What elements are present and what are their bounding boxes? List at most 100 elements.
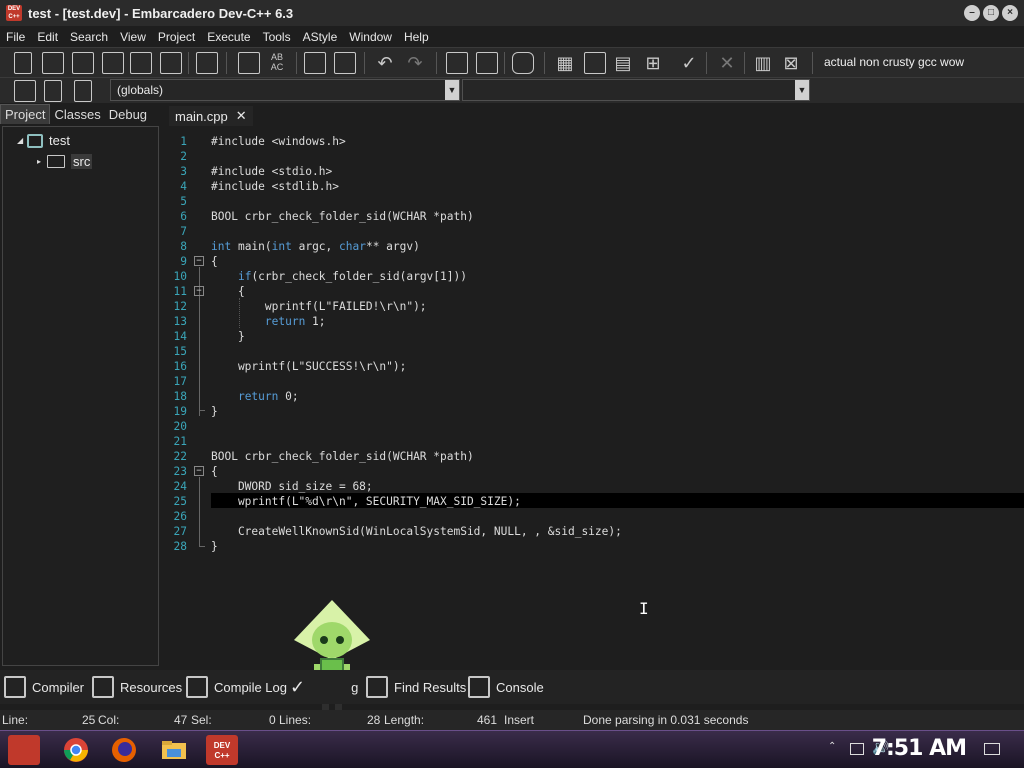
fold-toggle-icon[interactable]: −	[194, 286, 204, 296]
menu-edit[interactable]: Edit	[31, 30, 64, 44]
devcpp-taskbar-icon[interactable]: DEV C++	[206, 735, 238, 765]
tab-main-cpp[interactable]: main.cpp ✕	[169, 106, 253, 126]
tab-debug-bottom[interactable]: ✓ g	[290, 675, 358, 699]
rebuild-all-icon[interactable]: ⊞	[642, 52, 664, 74]
compiler-set-select[interactable]: actual non crusty gcc wow	[820, 52, 1020, 72]
line-number: 10	[173, 270, 187, 283]
line-number: 22	[173, 450, 187, 463]
menu-astyle[interactable]: AStyle	[297, 30, 344, 44]
tab-resources[interactable]: Resources	[92, 675, 182, 699]
compiler-icon	[4, 676, 26, 698]
code-line: }	[211, 330, 245, 343]
tab-project[interactable]: Project	[0, 104, 51, 124]
project-tree: ◢ test ▸ src	[2, 126, 159, 666]
file-explorer-icon[interactable]	[158, 735, 190, 765]
code-editor[interactable]: − − − I 1 #include <windows.h> 2 3 #include …	[165, 126, 1024, 666]
close-file-icon[interactable]	[130, 52, 152, 74]
toggle-bookmark-icon[interactable]	[334, 52, 356, 74]
chrome-icon[interactable]	[60, 735, 92, 765]
new-file-icon[interactable]	[14, 52, 32, 74]
checkmark-icon: ✓	[290, 676, 306, 697]
compile-run-icon[interactable]: ▤	[612, 52, 634, 74]
taskbar-clock[interactable]: 7:51 AM	[872, 736, 967, 761]
line-number: 11	[173, 285, 187, 298]
tab-classes[interactable]: Classes	[50, 105, 104, 124]
tab-console[interactable]: Console	[468, 675, 544, 699]
status-col-value: 47	[174, 713, 188, 727]
firefox-icon[interactable]	[108, 735, 140, 765]
menu-window[interactable]: Window	[343, 30, 398, 44]
left-panel-tabs: Project Classes Debug	[0, 104, 165, 124]
taskbar: DEV C++ ⌃ 🔊 7:51 AM	[0, 730, 1024, 768]
chevron-down-icon[interactable]: ▼	[795, 80, 809, 100]
print-icon[interactable]	[196, 52, 218, 74]
line-number: 1	[180, 135, 187, 148]
goto-bookmark-icon[interactable]	[74, 80, 92, 102]
save-icon[interactable]	[72, 52, 94, 74]
menu-tools[interactable]: Tools	[257, 30, 297, 44]
expand-arrow-icon[interactable]: ▸	[37, 157, 47, 166]
stop-execution-icon[interactable]: ✕	[716, 52, 738, 74]
tab-debug[interactable]: Debug	[105, 105, 151, 124]
menu-search[interactable]: Search	[64, 30, 114, 44]
replace-icon[interactable]: AB AC	[266, 52, 288, 74]
start-button[interactable]	[8, 735, 40, 765]
status-insert-mode: Insert	[504, 713, 535, 727]
code-line: #include <windows.h>	[211, 135, 346, 148]
tab-find-results[interactable]: Find Results	[366, 675, 466, 699]
insert-icon[interactable]	[14, 80, 36, 102]
close-tab-icon[interactable]: ✕	[236, 108, 247, 124]
tree-folder-label: src	[71, 154, 93, 169]
menu-execute[interactable]: Execute	[201, 30, 256, 44]
status-lines-label: Lines:	[279, 713, 312, 727]
code-line: if(crbr_check_folder_sid(argv[1]))	[237, 270, 467, 283]
code-line: wprintf(L"SUCCESS!\r\n");	[211, 360, 407, 373]
network-icon[interactable]	[850, 743, 864, 755]
run-icon[interactable]	[584, 52, 606, 74]
line-number: 6	[180, 210, 187, 223]
function-combo[interactable]: ▼	[462, 79, 810, 101]
devcpp-app-icon: DEV C++	[6, 5, 22, 21]
close-button[interactable]: ×	[1002, 5, 1018, 21]
profile-icon[interactable]: ▥	[752, 52, 774, 74]
tab-compiler[interactable]: Compiler	[4, 675, 84, 699]
redo-icon[interactable]: ↷	[404, 52, 426, 74]
chevron-up-icon[interactable]: ⌃	[828, 741, 842, 753]
maximize-button[interactable]: □	[983, 5, 999, 21]
minimize-button[interactable]: –	[964, 5, 980, 21]
delete-profile-icon[interactable]: ⊠	[780, 52, 802, 74]
line-number: 17	[173, 375, 187, 388]
syntax-check-icon[interactable]: ✓	[678, 52, 700, 74]
menu-help[interactable]: Help	[398, 30, 435, 44]
menu-project[interactable]: Project	[152, 30, 201, 44]
scope-combo-value: (globals)	[117, 83, 164, 97]
line-number: 4	[180, 180, 187, 193]
close-all-icon[interactable]	[160, 52, 182, 74]
indent-icon[interactable]	[446, 52, 468, 74]
find-icon[interactable]	[238, 52, 260, 74]
menu-file[interactable]: File	[0, 30, 31, 44]
compile-icon[interactable]: ▦	[554, 52, 576, 74]
notifications-icon[interactable]	[984, 743, 1000, 755]
open-folder-icon[interactable]	[42, 52, 64, 74]
goto-line-icon[interactable]	[304, 52, 326, 74]
code-line: BOOL crbr_check_folder_sid(WCHAR *path)	[211, 450, 474, 463]
line-number: 18	[173, 390, 187, 403]
comment-icon[interactable]	[512, 52, 534, 74]
undo-icon[interactable]: ↶	[374, 52, 396, 74]
unindent-icon[interactable]	[476, 52, 498, 74]
tree-folder-node[interactable]: ▸ src	[37, 154, 93, 169]
collapse-arrow-icon[interactable]: ◢	[17, 136, 27, 145]
menu-view[interactable]: View	[114, 30, 152, 44]
line-number: 2	[180, 150, 187, 163]
fold-toggle-icon[interactable]: −	[194, 256, 204, 266]
scope-combo[interactable]: (globals) ▼	[110, 79, 460, 101]
fold-toggle-icon[interactable]: −	[194, 466, 204, 476]
tab-compile-log[interactable]: Compile Log	[186, 675, 287, 699]
bookmark-icon[interactable]	[44, 80, 62, 102]
code-line: wprintf(L"FAILED!\r\n");	[211, 300, 427, 313]
chevron-down-icon[interactable]: ▼	[445, 80, 459, 100]
tree-project-node[interactable]: ◢ test	[17, 133, 70, 148]
save-all-icon[interactable]	[102, 52, 124, 74]
text-cursor-icon: I	[639, 599, 649, 618]
